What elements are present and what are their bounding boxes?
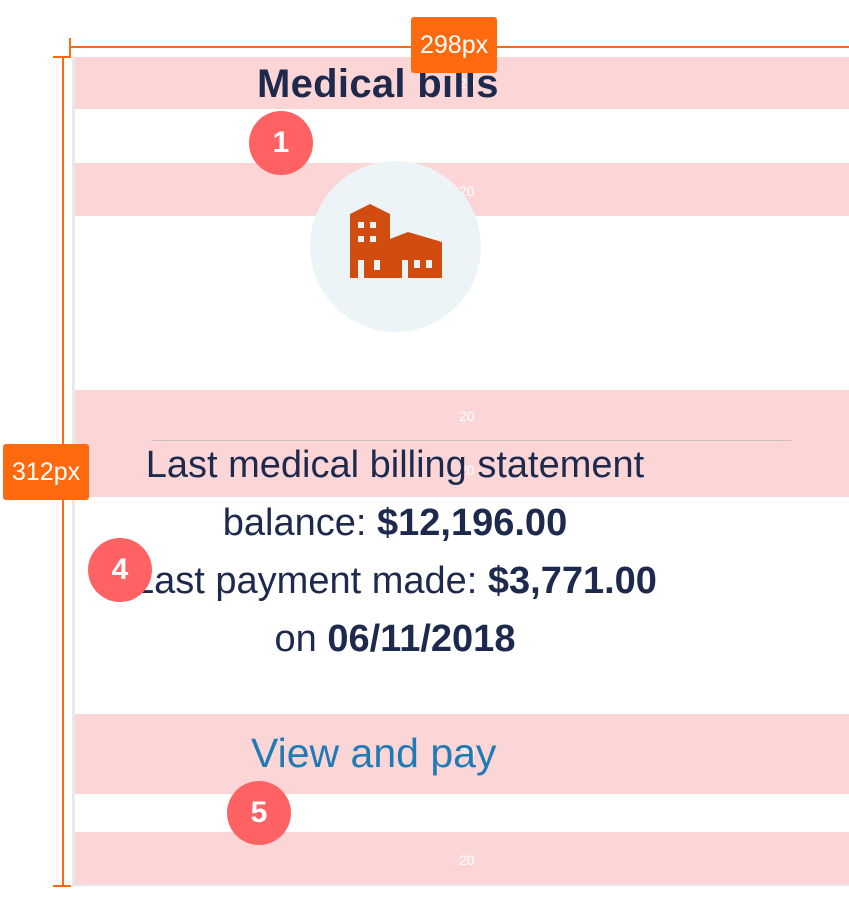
balance-label: balance: [222, 502, 378, 544]
statement-label: Last medical billing statement [145, 444, 645, 486]
spacing-value: 20 [459, 408, 475, 424]
payment-label: Last payment made: [133, 560, 488, 602]
summary-line-1: Last medical billing statement [50, 436, 740, 494]
summary-line-3: Last payment made: $3,771.00 [50, 552, 740, 610]
summary-line-4: on 06/11/2018 [50, 610, 740, 668]
building-icon [350, 204, 442, 278]
spacing-value: 20 [459, 852, 475, 868]
annotation-badge-4: 4 [88, 538, 152, 602]
height-dimension-label: 312px [3, 444, 90, 500]
date-label: on [274, 618, 328, 660]
view-and-pay-link[interactable]: View and pay [251, 730, 496, 777]
balance-value: $12,196.00 [377, 502, 568, 544]
payment-date: 06/11/2018 [327, 618, 516, 660]
billing-summary: Last medical billing statement balance: … [50, 436, 740, 668]
icon-circle [310, 161, 481, 332]
height-dimension-tick-top [53, 56, 71, 58]
payment-value: $3,771.00 [487, 560, 657, 602]
spacing-guide-bottom: 20 [75, 832, 849, 884]
summary-line-2: balance: $12,196.00 [50, 494, 740, 552]
annotation-badge-5: 5 [227, 781, 291, 845]
width-dimension-label: 298px [411, 17, 498, 73]
annotation-badge-1: 1 [249, 111, 313, 175]
height-dimension-tick-bottom [53, 885, 71, 887]
